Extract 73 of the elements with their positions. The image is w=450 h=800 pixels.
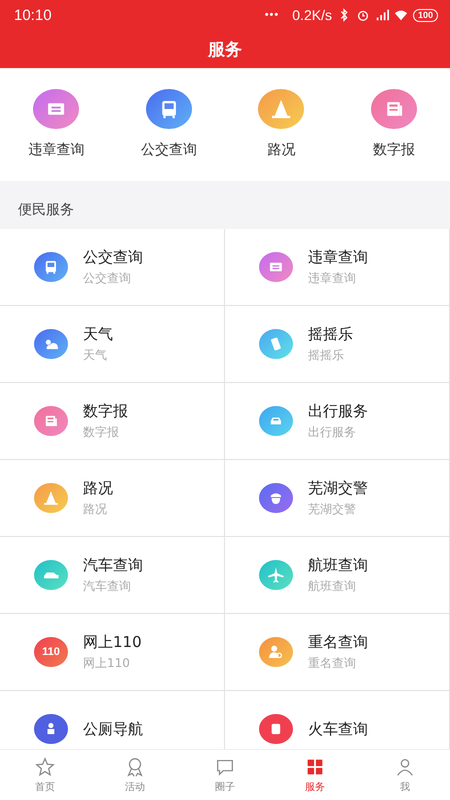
newspaper-icon [34, 406, 68, 436]
newspaper-icon [370, 89, 417, 129]
person-icon [34, 714, 68, 744]
service-title: 火车查询 [308, 720, 368, 738]
service-title: 违章查询 [308, 248, 368, 266]
more-dots: ••• [264, 9, 280, 21]
wifi-icon [394, 8, 408, 22]
signal-icon [374, 8, 389, 22]
battery-indicator: 100 [412, 8, 438, 22]
service-tile[interactable]: 出行服务 出行服务 [225, 383, 450, 460]
service-subtitle: 违章查询 [308, 270, 357, 286]
service-tile[interactable]: 摇摇乐 摇摇乐 [225, 306, 450, 383]
service-title: 路况 [83, 478, 113, 498]
service-tile[interactable]: 数字报 数字报 [0, 383, 225, 460]
service-subtitle: 数字报 [83, 424, 120, 440]
service-title: 网上110 [83, 632, 142, 652]
service-title: 芜湖交警 [308, 478, 368, 498]
service-subtitle: 天气 [83, 346, 108, 364]
service-title: 汽车查询 [83, 556, 143, 574]
star-icon [34, 756, 56, 778]
car-icon [259, 406, 293, 436]
service-tile[interactable]: 重名查询 重名查询 [225, 614, 450, 691]
clock-time: 10:10 [14, 6, 52, 24]
service-tile[interactable]: 芜湖交警 芜湖交警 [225, 460, 450, 537]
service-tile[interactable]: 汽车查询 汽车查询 [0, 537, 225, 614]
shortcut-label[interactable]: 公交查询 [140, 141, 197, 159]
cone-icon [258, 89, 304, 129]
tab-item[interactable]: 活动 [90, 750, 180, 800]
airplane-icon [259, 560, 293, 590]
service-subtitle: 汽车查询 [83, 578, 132, 594]
phone-shake-icon [259, 329, 293, 359]
tab-item[interactable]: 服务 [270, 750, 360, 800]
service-title: 出行服务 [308, 402, 368, 420]
service-tile[interactable]: 公交查询 公交查询 [0, 229, 225, 306]
service-subtitle: 出行服务 [308, 424, 357, 440]
shortcut-label[interactable]: 路况 [267, 141, 296, 159]
service-subtitle: 芜湖交警 [308, 500, 357, 518]
police-cap-icon [259, 483, 293, 513]
ticket-icon [33, 89, 80, 129]
service-subtitle: 重名查询 [308, 654, 357, 672]
service-subtitle: 公交查询 [83, 270, 132, 286]
cone-icon [34, 483, 68, 513]
service-subtitle: 网上110 [83, 654, 131, 672]
service-subtitle: 航班查询 [308, 578, 357, 594]
page-title: 服务 [208, 38, 242, 60]
service-tile[interactable]: 航班查询 航班查询 [225, 537, 450, 614]
emergency-number-icon: 110 [34, 637, 68, 667]
service-tile[interactable]: 天气 天气 [0, 306, 225, 383]
tab-item[interactable]: 我 [360, 750, 450, 800]
service-title: 天气 [83, 324, 113, 344]
service-title: 公厕导航 [83, 720, 143, 738]
service-subtitle: 摇摇乐 [308, 346, 345, 364]
service-tile[interactable]: 110 网上110 网上110 [0, 614, 225, 691]
service-subtitle: 路况 [83, 500, 108, 518]
service-title: 摇摇乐 [308, 324, 353, 344]
shortcut-label[interactable]: 违章查询 [28, 141, 84, 159]
shortcut-label[interactable]: 数字报 [372, 141, 415, 159]
tab-item[interactable]: 圈子 [180, 750, 270, 800]
service-title: 航班查询 [308, 556, 368, 574]
ticket-icon [259, 252, 293, 282]
service-tile[interactable]: 违章查询 违章查询 [225, 229, 450, 306]
service-title: 数字报 [83, 402, 128, 420]
network-speed: 0.2K/s [292, 7, 332, 23]
alarm-icon [356, 8, 370, 22]
car-icon [34, 560, 68, 590]
section-title: 便民服务 [18, 201, 74, 219]
service-title: 公交查询 [83, 248, 143, 266]
person-search-icon [259, 637, 293, 667]
service-tile[interactable]: 路况 路况 [0, 460, 225, 537]
tab-item[interactable]: 首页 [0, 750, 90, 800]
bus-icon [34, 252, 68, 282]
bus-icon [146, 89, 192, 129]
service-title: 重名查询 [308, 632, 368, 652]
